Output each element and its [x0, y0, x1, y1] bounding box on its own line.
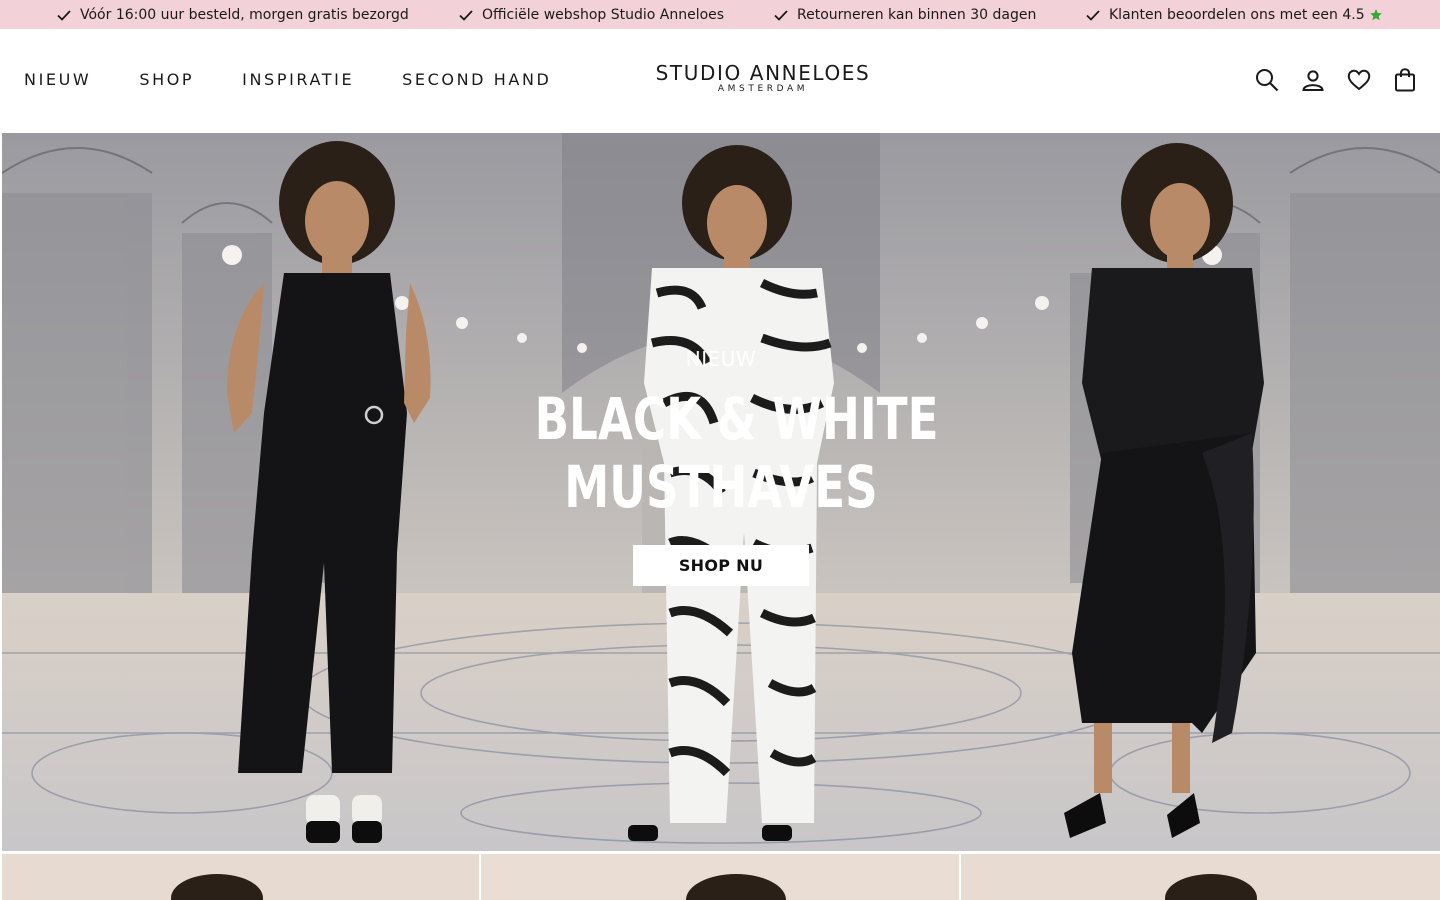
account-icon[interactable]: [1300, 67, 1326, 93]
usp-bar: Vóór 16:00 uur besteld, morgen gratis be…: [0, 0, 1440, 29]
usp-item: Vóór 16:00 uur besteld, morgen gratis be…: [56, 0, 409, 29]
search-icon[interactable]: [1254, 67, 1280, 93]
check-icon: [57, 9, 71, 21]
hero-title: BLACK & WHITE MUSTHAVES: [534, 385, 939, 521]
hero-title-line-2: MUSTHAVES: [564, 453, 878, 521]
check-icon: [774, 9, 788, 21]
category-tiles: [0, 852, 1440, 900]
category-tile[interactable]: [481, 854, 959, 900]
hero-content: NIEUW BLACK & WHITE MUSTHAVES SHOP NU: [2, 133, 1440, 851]
nav-item-shop[interactable]: SHOP: [139, 70, 194, 89]
hero-banner[interactable]: NIEUW BLACK & WHITE MUSTHAVES SHOP NU: [2, 133, 1440, 851]
category-tile[interactable]: [2, 854, 479, 900]
usp-item[interactable]: Klanten beoordelen ons met een 4.5: [1085, 0, 1383, 29]
usp-text: Klanten beoordelen ons met een 4.5: [1109, 6, 1365, 23]
nav-item-nieuw[interactable]: NIEUW: [24, 70, 91, 89]
category-tile[interactable]: [961, 854, 1440, 900]
hero-title-line-1: BLACK & WHITE: [534, 385, 939, 453]
site-logo[interactable]: STUDIO ANNELOES AMSTERDAM: [643, 61, 883, 95]
logo-subtitle: AMSTERDAM: [717, 84, 809, 94]
wishlist-heart-icon[interactable]: [1346, 67, 1372, 93]
shopping-bag-icon[interactable]: [1392, 67, 1418, 93]
header-icons: [1234, 67, 1418, 93]
nav-item-inspiratie[interactable]: INSPIRATIE: [242, 70, 354, 89]
usp-item: Retourneren kan binnen 30 dagen: [773, 0, 1036, 29]
tile-image: [481, 854, 959, 900]
logo-wordmark: STUDIO ANNELOES: [655, 61, 871, 85]
usp-item: Officiële webshop Studio Anneloes: [458, 0, 724, 29]
shop-now-button[interactable]: SHOP NU: [633, 545, 809, 586]
check-icon: [459, 9, 473, 21]
nav-item-second-hand[interactable]: SECOND HAND: [402, 70, 551, 89]
tile-image: [2, 854, 479, 900]
usp-text: Retourneren kan binnen 30 dagen: [797, 6, 1037, 23]
check-icon: [1086, 9, 1100, 21]
usp-text: Vóór 16:00 uur besteld, morgen gratis be…: [80, 6, 409, 23]
main-nav: NIEUW SHOP INSPIRATIE SECOND HAND: [24, 29, 599, 129]
hero-kicker: NIEUW: [685, 347, 757, 371]
site-header: NIEUW SHOP INSPIRATIE SECOND HAND STUDIO…: [0, 29, 1440, 133]
tile-image: [961, 854, 1440, 900]
star-icon: [1369, 8, 1382, 20]
usp-text: Officiële webshop Studio Anneloes: [482, 6, 725, 23]
